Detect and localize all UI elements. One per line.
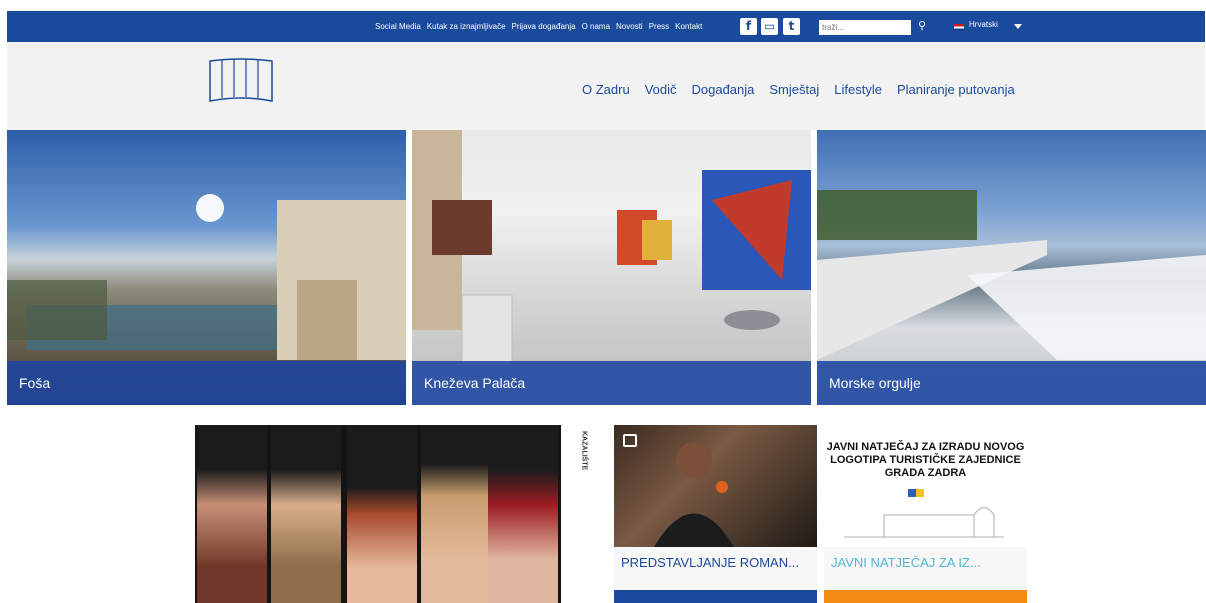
news-title[interactable]: PREDSTAVLJANJE ROMAN...: [614, 547, 817, 593]
poster-face-3: [347, 425, 417, 603]
croatia-flag-icon: [954, 24, 964, 31]
card-bottom-bar: [614, 590, 817, 603]
top-link-kutak[interactable]: Kutak za iznajmljivače: [427, 22, 506, 31]
news-card-natjecaj[interactable]: JAVNI NATJEČAJ ZA IZRADU NOVOG LOGOTIPA …: [824, 425, 1027, 603]
top-link-press[interactable]: Press: [649, 22, 669, 31]
church-sketch: [844, 489, 1004, 538]
tile-fosa[interactable]: Foša: [7, 130, 406, 405]
tile-caption: Morske orgulje: [817, 361, 1206, 405]
main-nav: O Zadru Vodič Događanja Smještaj Lifesty…: [582, 82, 1015, 97]
nav-item-o-zadru[interactable]: O Zadru: [582, 82, 630, 97]
top-bar: Social Media Kutak za iznajmljivače Prij…: [7, 11, 1205, 42]
news-photo: [614, 425, 817, 547]
site-header: O Zadru Vodič Događanja Smještaj Lifesty…: [7, 42, 1205, 130]
poster-side-text: KAZALIŠTE: [580, 431, 588, 471]
nav-item-lifestyle[interactable]: Lifestyle: [834, 82, 882, 97]
speaker-photo: [654, 442, 734, 547]
language-selector[interactable]: Hrvatski: [969, 20, 998, 29]
poster-side-panel: KAZALIŠTE: [561, 425, 607, 603]
poster-face-4: [421, 425, 491, 603]
facebook-icon[interactable]: f: [740, 18, 757, 35]
news-title[interactable]: JAVNI NATJEČAJ ZA IZ...: [824, 547, 1027, 593]
top-link-o-nama[interactable]: O nama: [582, 22, 610, 31]
poster-face-5: [488, 425, 558, 603]
top-links: Social Media Kutak za iznajmljivače Prij…: [375, 11, 702, 42]
top-link-kontakt[interactable]: Kontakt: [675, 22, 702, 31]
twitter-icon[interactable]: t: [783, 18, 800, 35]
top-link-prijava[interactable]: Prijava događanja: [512, 22, 576, 31]
nav-item-vodic[interactable]: Vodič: [645, 82, 677, 97]
search-input[interactable]: [819, 20, 911, 35]
top-link-social-media[interactable]: Social Media: [375, 22, 421, 31]
poster-face-2: [271, 425, 341, 603]
card-bottom-bar: [824, 590, 1027, 603]
chevron-down-icon[interactable]: [1014, 24, 1022, 29]
news-card-predstavljanje[interactable]: PREDSTAVLJANJE ROMAN...: [614, 425, 817, 603]
poster-face-1: [197, 425, 267, 603]
nav-item-planiranje[interactable]: Planiranje putovanja: [897, 82, 1015, 97]
tile-caption: Kneževa Palača: [412, 361, 811, 405]
theatre-poster-card[interactable]: KAZALIŠTE: [195, 425, 607, 603]
nav-item-smjestaj[interactable]: Smještaj: [769, 82, 819, 97]
tile-knezeva-palaca[interactable]: Kneževa Palača: [412, 130, 811, 405]
news-image: JAVNI NATJEČAJ ZA IZRADU NOVOG LOGOTIPA …: [824, 425, 1027, 547]
youtube-icon[interactable]: ▭: [761, 18, 778, 35]
top-link-novosti[interactable]: Novosti: [616, 22, 643, 31]
calendar-icon: [623, 434, 637, 447]
tile-caption: Foša: [7, 361, 406, 405]
nav-item-dogadanja[interactable]: Događanja: [692, 82, 755, 97]
tile-morske-orgulje[interactable]: Morske orgulje: [817, 130, 1206, 405]
site-logo[interactable]: [208, 57, 274, 105]
search-icon[interactable]: ⚲: [915, 18, 929, 35]
